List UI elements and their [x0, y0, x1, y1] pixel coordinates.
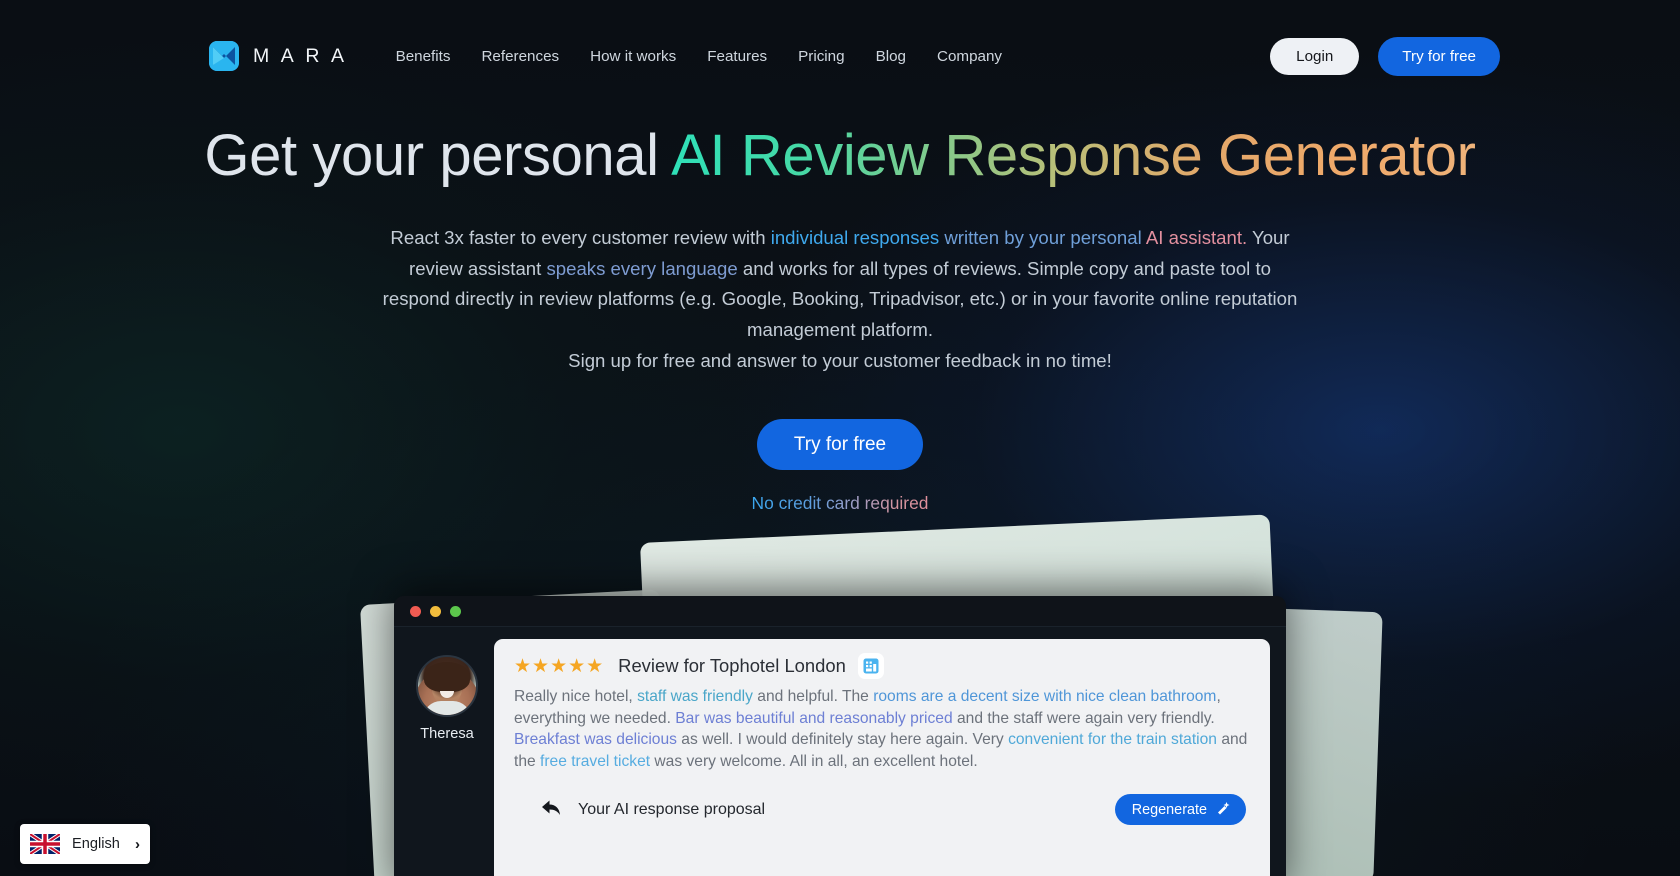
- page-root: M A R A Benefits References How it works…: [0, 0, 1680, 876]
- star-rating: ★★★★★: [514, 655, 605, 677]
- review-seg-6: and the staff were again very friendly.: [952, 709, 1215, 727]
- uk-flag-icon: [28, 832, 62, 856]
- nav-link-blog[interactable]: Blog: [876, 48, 906, 65]
- review-seg-8: as well. I would definitely stay here ag…: [676, 731, 1009, 749]
- desc-highlight-individual-responses: individual responses: [770, 227, 940, 249]
- reviewer-block: Theresa: [408, 639, 486, 876]
- review-seg-9: convenient for the train station: [1008, 731, 1217, 749]
- minimize-dot[interactable]: [430, 605, 441, 617]
- brand-logo[interactable]: M A R A: [209, 41, 348, 71]
- login-button[interactable]: Login: [1270, 37, 1360, 75]
- browser-title-bar: [394, 596, 1286, 627]
- ai-response-label: Your AI response proposal: [578, 800, 766, 818]
- hero-signup-line: Sign up for free and answer to your cust…: [568, 350, 1112, 372]
- reply-arrow-icon: [540, 799, 570, 821]
- reviewer-name: Theresa: [420, 726, 474, 742]
- nav-left-group: M A R A Benefits References How it works…: [209, 41, 1002, 71]
- avatar: [416, 655, 478, 717]
- hero-section: Get your personal AI Review Response Gen…: [0, 112, 1680, 514]
- review-seg-2: and helpful. The: [752, 688, 874, 705]
- review-seg-3: rooms are a decent size with nice clean …: [873, 688, 1217, 705]
- no-credit-card-note-wrapper: No credit card required: [0, 470, 1680, 514]
- maximize-dot[interactable]: [450, 605, 461, 617]
- nav-link-pricing[interactable]: Pricing: [798, 48, 844, 65]
- desc-part-2: written by your personal: [939, 227, 1146, 249]
- chevron-right-icon[interactable]: ›: [135, 836, 140, 853]
- review-seg-5: Bar was beautiful and reasonably priced: [675, 709, 953, 727]
- headline-plain-part: Get your personal: [204, 123, 672, 188]
- brand-name: M A R A: [253, 44, 348, 67]
- review-title: Review for Tophotel London: [618, 655, 846, 676]
- try-for-free-button-nav[interactable]: Try for free: [1378, 36, 1500, 76]
- page-title: Get your personal AI Review Response Gen…: [0, 122, 1680, 189]
- nav-link-how-it-works[interactable]: How it works: [590, 48, 676, 65]
- browser-mockup: Theresa ★★★★★ Review for Tophotel London: [394, 596, 1286, 876]
- desc-highlight-speaks-every-language: speaks every language: [546, 257, 738, 279]
- ai-response-row: Your AI response proposal Regenerate: [514, 794, 1248, 826]
- review-seg-0: Really nice hotel,: [514, 688, 638, 705]
- browser-content: Theresa ★★★★★ Review for Tophotel London: [394, 627, 1286, 876]
- mara-logo-icon: [209, 41, 239, 71]
- hotel-building-icon: [859, 655, 882, 677]
- nav-link-benefits[interactable]: Benefits: [396, 48, 451, 65]
- review-text: Really nice hotel, staff was friendly an…: [514, 686, 1248, 772]
- nav-link-features[interactable]: Features: [707, 48, 767, 65]
- avatar-body: [423, 701, 471, 715]
- nav-links: Benefits References How it works Feature…: [396, 48, 1002, 65]
- language-selector[interactable]: English ›: [20, 824, 150, 864]
- regenerate-label: Regenerate: [1131, 801, 1207, 818]
- hero-description: React 3x faster to every customer review…: [375, 223, 1305, 345]
- hero-cta-wrapper: Try for free No credit card required: [0, 418, 1680, 514]
- review-seg-12: was very welcome. All in all, an excelle…: [650, 752, 978, 770]
- review-card: ★★★★★ Review for Tophotel London Really …: [494, 639, 1270, 876]
- desc-part-1: React 3x faster to every customer review…: [390, 227, 771, 249]
- nav-link-company[interactable]: Company: [937, 48, 1002, 65]
- regenerate-button[interactable]: Regenerate: [1114, 794, 1246, 826]
- top-navigation-bar: M A R A Benefits References How it works…: [0, 0, 1680, 112]
- close-dot[interactable]: [410, 605, 421, 617]
- magic-wand-icon: [1216, 801, 1231, 818]
- nav-right-group: Login Try for free: [1270, 36, 1500, 76]
- review-seg-1: staff was friendly: [637, 688, 753, 705]
- review-header: ★★★★★ Review for Tophotel London: [514, 655, 1248, 677]
- nav-link-references[interactable]: References: [481, 48, 559, 65]
- avatar-hair: [424, 662, 470, 699]
- review-seg-7: Breakfast was delicious: [514, 731, 677, 749]
- review-seg-11: free travel ticket: [540, 752, 651, 770]
- headline-gradient-part: AI Review Response Generator: [671, 123, 1476, 188]
- desc-highlight-ai-assistant: AI assistant.: [1145, 227, 1248, 249]
- no-credit-card-note: No credit card required: [751, 492, 929, 513]
- language-label: English: [72, 836, 120, 852]
- try-for-free-button-hero[interactable]: Try for free: [756, 418, 924, 470]
